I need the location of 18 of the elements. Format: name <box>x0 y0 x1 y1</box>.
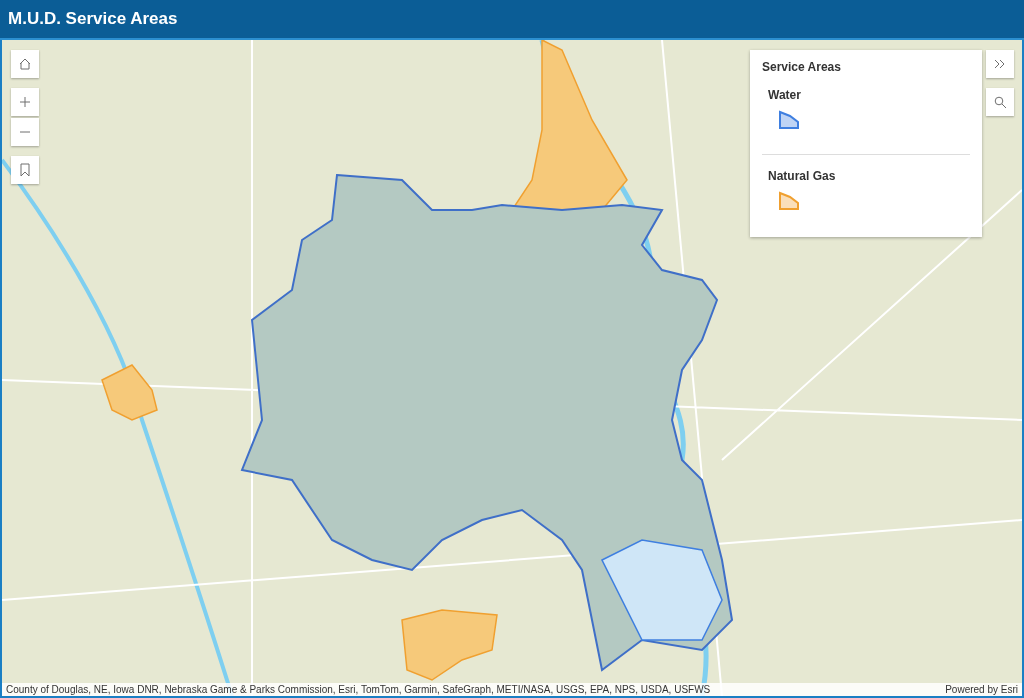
search-icon <box>993 95 1007 109</box>
zoom-out-button[interactable] <box>11 118 39 146</box>
attribution-text: County of Douglas, NE, Iowa DNR, Nebraska Game & Parks Commission, Esri, TomTom, Garmin, SafeGraph, METI/NASA, USGS, EPA, NPS, USDA, USFWS <box>6 684 711 695</box>
search-button[interactable] <box>986 88 1014 116</box>
bookmarks-button[interactable] <box>11 156 39 184</box>
map-view[interactable]: Service Areas Water Natural Gas County of Douglas, NE, Iowa DNR, Nebraska Game & Parks Commission, Esri, TomTom, Garmin, SafeGraph, METI/NASA, USGS, EPA, NPS, USDA, USFWS Powered by Esri <box>0 40 1024 698</box>
double-chevron-icon <box>994 59 1006 69</box>
layer-label: Water <box>768 88 802 102</box>
legend-title: Service Areas <box>762 60 842 74</box>
layer-label: Natural Gas <box>768 169 837 183</box>
zoom-in-button[interactable] <box>11 88 39 116</box>
powered-by-link[interactable]: Powered by Esri <box>945 684 1018 695</box>
home-button[interactable] <box>11 50 39 78</box>
home-icon <box>18 57 32 71</box>
app-title: M.U.D. Service Areas <box>8 9 178 29</box>
collapse-button[interactable] <box>986 50 1014 78</box>
bookmark-icon <box>19 163 31 177</box>
plus-icon <box>19 96 31 108</box>
